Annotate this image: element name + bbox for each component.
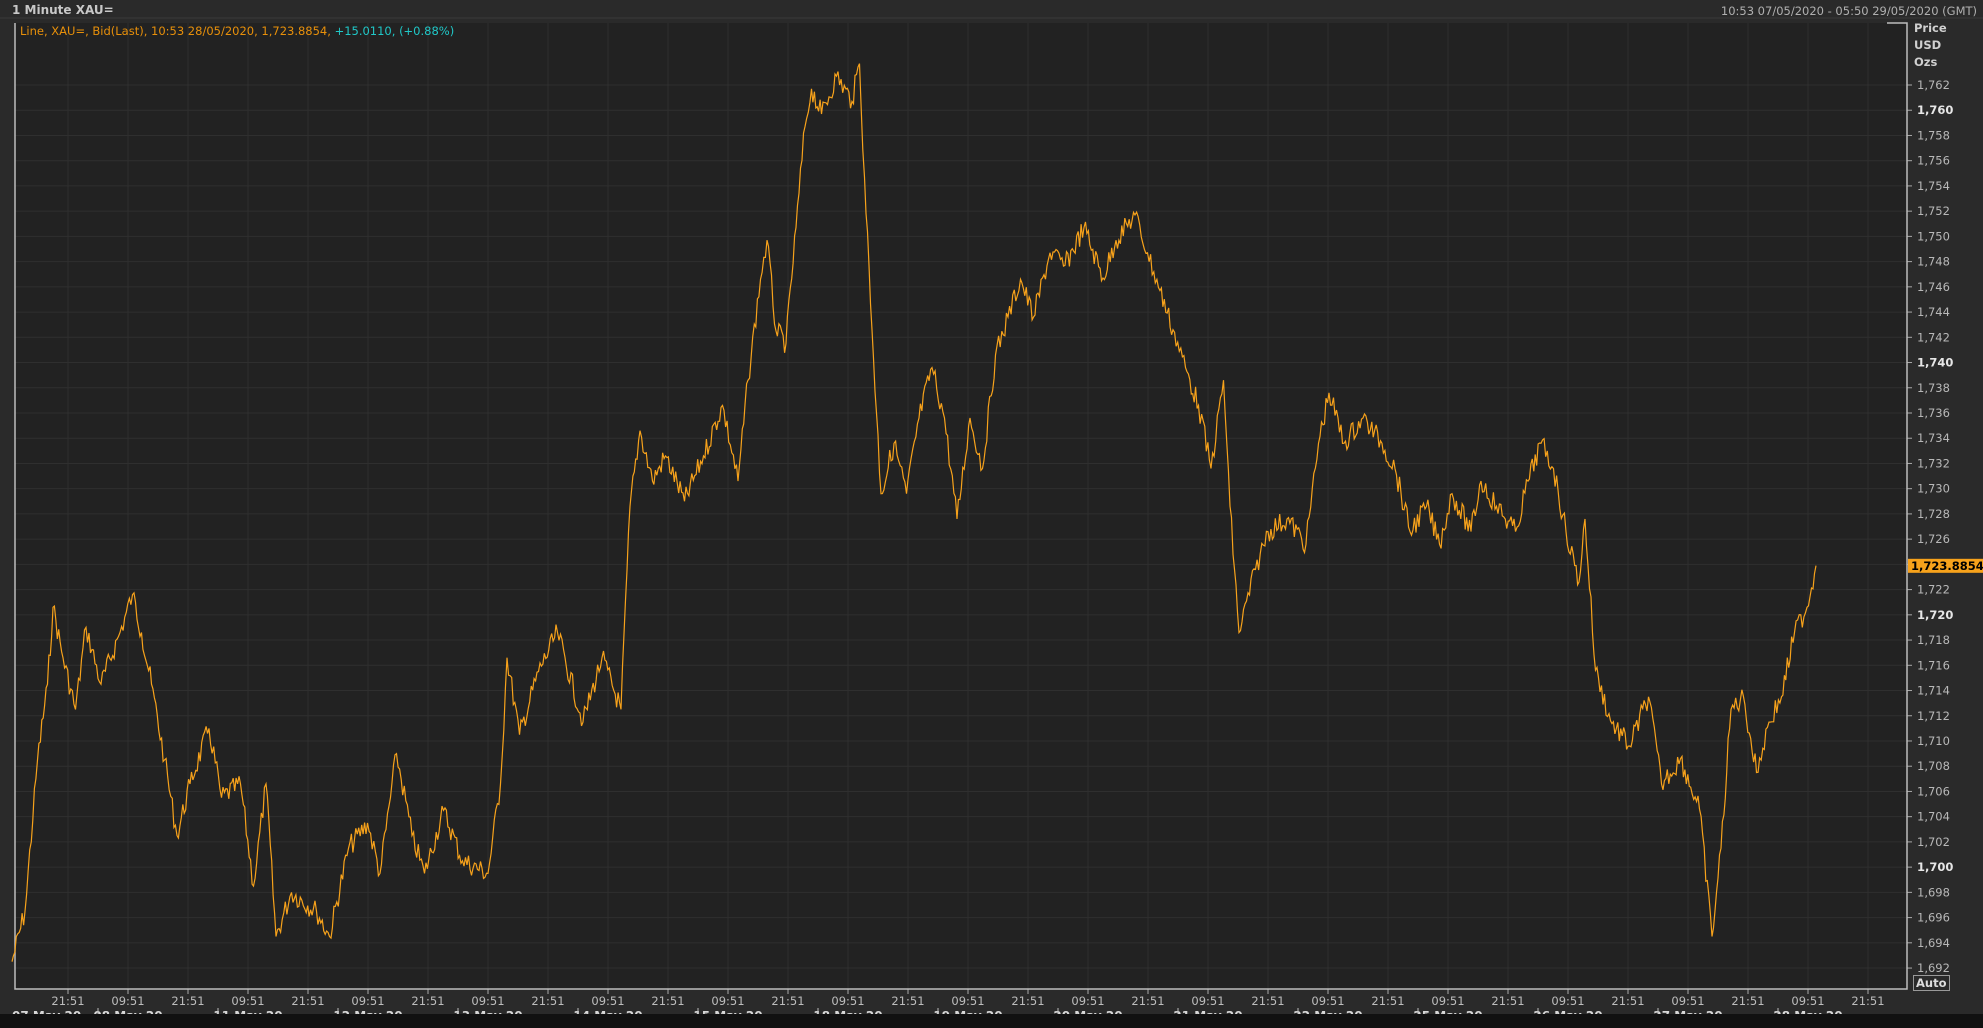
x-tick-label: 09:51 <box>1071 994 1104 1008</box>
y-tick-label: 1,696 <box>1917 911 1950 925</box>
x-tick-label: 09:51 <box>1551 994 1584 1008</box>
x-tick-label: 21:51 <box>1011 994 1044 1008</box>
y-tick-label: 1,748 <box>1917 255 1950 269</box>
time-range: 10:53 07/05/2020 - 05:50 29/05/2020 (GMT… <box>1720 4 1977 18</box>
x-tick-label: 21:51 <box>891 994 924 1008</box>
y-tick-label: 1,744 <box>1917 305 1950 319</box>
y-tick-label: 1,708 <box>1917 759 1950 773</box>
x-tick-label: 09:51 <box>1671 994 1704 1008</box>
y-tick-label: 1,734 <box>1917 431 1950 445</box>
y-tick-label: 1,698 <box>1917 885 1950 899</box>
y-tick-label: 1,694 <box>1917 936 1950 950</box>
x-tick-label: 21:51 <box>1851 994 1884 1008</box>
x-tick-label: 21:51 <box>171 994 204 1008</box>
legend-series: Line, XAU=, Bid(Last), 10:53 28/05/2020,… <box>20 24 335 38</box>
y-tick-label: 1,730 <box>1917 482 1950 496</box>
y-tick-label: 1,692 <box>1917 961 1950 975</box>
y-tick-label: 1,706 <box>1917 784 1950 798</box>
y-tick-label: 1,714 <box>1917 684 1950 698</box>
axis-unit-price: Price <box>1914 21 1947 35</box>
y-tick-label: 1,726 <box>1917 532 1950 546</box>
x-tick-label: 21:51 <box>1251 994 1284 1008</box>
x-tick-label: 09:51 <box>231 994 264 1008</box>
x-tick-label: 21:51 <box>411 994 444 1008</box>
x-tick-label: 21:51 <box>1731 994 1764 1008</box>
x-tick-label: 21:51 <box>1131 994 1164 1008</box>
y-tick-label: 1,702 <box>1917 835 1950 849</box>
x-tick-label: 21:51 <box>651 994 684 1008</box>
y-tick-label: 1,704 <box>1917 810 1950 824</box>
x-tick-label: 21:51 <box>1371 994 1404 1008</box>
y-tick-label: 1,718 <box>1917 633 1950 647</box>
series-legend: Line, XAU=, Bid(Last), 10:53 28/05/2020,… <box>20 24 454 38</box>
x-tick-label: 09:51 <box>1431 994 1464 1008</box>
chart-title: 1 Minute XAU= <box>12 3 114 17</box>
y-tick-label: 1,762 <box>1917 78 1950 92</box>
y-tick-label: 1,712 <box>1917 709 1950 723</box>
x-tick-label: 09:51 <box>111 994 144 1008</box>
auto-scale-button[interactable]: Auto <box>1913 975 1950 991</box>
x-tick-label: 21:51 <box>291 994 324 1008</box>
y-tick-label: 1,720 <box>1917 608 1953 622</box>
y-tick-label: 1,738 <box>1917 381 1950 395</box>
x-tick-label: 09:51 <box>351 994 384 1008</box>
y-tick-label: 1,752 <box>1917 204 1950 218</box>
last-price-label: 1,723.8854 <box>1911 559 1983 573</box>
x-tick-label: 21:51 <box>1611 994 1644 1008</box>
x-tick-label: 09:51 <box>471 994 504 1008</box>
axis-unit-ozs: Ozs <box>1914 55 1938 69</box>
y-tick-label: 1,728 <box>1917 507 1950 521</box>
y-tick-label: 1,758 <box>1917 128 1950 142</box>
legend-change: +15.0110, (+0.88%) <box>334 24 455 38</box>
x-tick-label: 21:51 <box>771 994 804 1008</box>
y-tick-label: 1,716 <box>1917 658 1950 672</box>
x-tick-label: 09:51 <box>831 994 864 1008</box>
y-tick-label: 1,754 <box>1917 179 1950 193</box>
x-tick-label: 21:51 <box>1491 994 1524 1008</box>
y-tick-label: 1,710 <box>1917 734 1950 748</box>
axis-unit-currency: USD <box>1914 38 1942 52</box>
y-tick-label: 1,736 <box>1917 406 1950 420</box>
price-chart[interactable]: 1,692 1,694 1,696 1,698 1,700 1,702 1,704 1,706… <box>0 0 1983 1028</box>
plot-background <box>15 23 1907 989</box>
x-tick-label: 09:51 <box>1791 994 1824 1008</box>
y-tick-label: 1,722 <box>1917 583 1950 597</box>
y-tick-label: 1,732 <box>1917 456 1950 470</box>
y-tick-label: 1,700 <box>1917 860 1953 874</box>
chart-window: 1 Minute XAU= 10:53 07/05/2020 - 05:50 2… <box>0 0 1983 1028</box>
x-tick-label: 21:51 <box>531 994 564 1008</box>
x-tick-label: 09:51 <box>951 994 984 1008</box>
x-tick-label: 09:51 <box>1191 994 1224 1008</box>
y-tick-label: 1,742 <box>1917 330 1950 344</box>
x-tick-label: 09:51 <box>1311 994 1344 1008</box>
y-tick-label: 1,760 <box>1917 103 1953 117</box>
y-tick-label: 1,756 <box>1917 154 1950 168</box>
x-tick-label: 09:51 <box>591 994 624 1008</box>
bottom-strip <box>0 1014 1983 1028</box>
y-tick-label: 1,750 <box>1917 229 1950 243</box>
y-tick-label: 1,740 <box>1917 356 1953 370</box>
x-tick-label: 21:51 <box>51 994 84 1008</box>
y-tick-label: 1,746 <box>1917 280 1950 294</box>
x-tick-label: 09:51 <box>711 994 744 1008</box>
